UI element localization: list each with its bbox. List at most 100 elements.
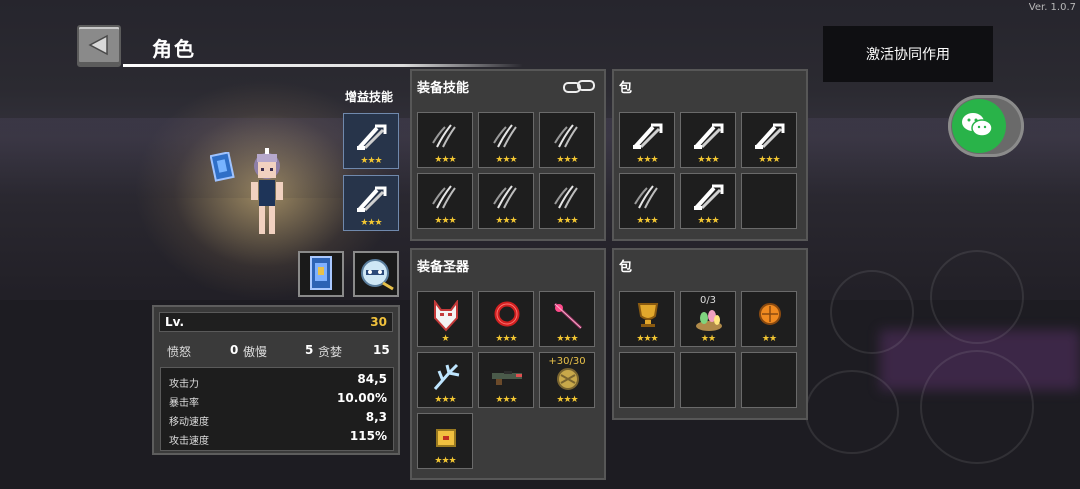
star-rating: ★★★ [636, 334, 658, 344]
equipped-skill-slot[interactable]: ★★★ [417, 112, 473, 168]
star-rating: ★★★ [495, 334, 517, 344]
claw-slash-icon [490, 182, 524, 216]
blue-card-icon [310, 256, 332, 290]
link-chain-icon[interactable] [562, 78, 598, 96]
star-rating: ★★★ [636, 216, 658, 226]
snowball-pet-icon [361, 259, 394, 291]
ice-antler-icon [429, 361, 463, 397]
level-row: Lv. 30 [159, 312, 393, 332]
sword-slash-icon [753, 121, 787, 155]
equipped-relic-slot[interactable]: ★★★ [417, 413, 473, 469]
star-rating: ★★★ [434, 456, 456, 466]
sword-slash-icon [692, 121, 726, 155]
level-value: 30 [370, 315, 387, 329]
player-character [251, 148, 283, 234]
page-title: 角色 [152, 37, 196, 61]
relic-bag-slot[interactable]: 0/3 ★★ [680, 291, 736, 347]
equipped-relic-slot[interactable]: ★ [417, 291, 473, 347]
attr-row-crit: 暴击率 10.00% [169, 391, 387, 409]
equipped-skill-slot[interactable]: ★★★ [539, 173, 595, 229]
buff-skill-slot[interactable]: ★★★ [343, 113, 399, 169]
claw-slash-icon [631, 182, 665, 216]
star-rating: ★★★ [556, 216, 578, 226]
equipped-skill-slot[interactable]: ★★★ [478, 173, 534, 229]
red-ring-icon [490, 300, 524, 334]
star-rating: ★★★ [495, 155, 517, 165]
star-rating: ★★★ [556, 155, 578, 165]
relic-bag-slot[interactable] [741, 352, 797, 408]
attr-row-move-speed: 移动速度 8,3 [169, 410, 387, 428]
equipped-relic-slot[interactable]: ★★★ [478, 291, 534, 347]
claw-slash-icon [429, 121, 463, 155]
back-arrow-icon [88, 34, 108, 56]
title-underline [123, 64, 523, 67]
gem-nest-icon [692, 304, 726, 338]
sin-label-wrath: 愤怒 [167, 345, 192, 359]
star-rating: ★★★ [434, 216, 456, 226]
claw-slash-icon [551, 121, 585, 155]
star-rating: ★★★ [495, 395, 517, 405]
attributes-box: 攻击力 84,5 暴击率 10.00% 移动速度 8,3 攻击速度 115% [160, 367, 394, 451]
skill-bag-slot[interactable]: ★★★ [680, 173, 736, 229]
floating-card-icon [210, 152, 235, 182]
crimson-staff-icon [551, 300, 585, 336]
rifle-icon [490, 361, 524, 395]
skill-bag-slot[interactable]: ★★★ [741, 112, 797, 168]
golden-orb-icon [551, 365, 585, 399]
sword-slash-icon [692, 182, 726, 216]
star-rating: ★★★ [434, 155, 456, 165]
relic-bag-slot[interactable] [680, 352, 736, 408]
star-rating: ★★★ [758, 155, 780, 165]
skill-bag-slot[interactable]: ★★★ [619, 112, 675, 168]
claw-slash-icon [551, 182, 585, 216]
equipped-relic-slot[interactable]: ★★★ [539, 291, 595, 347]
skill-bag-slot[interactable]: ★★★ [619, 173, 675, 229]
version-label: Ver. 1.0.7 [1028, 2, 1076, 13]
sin-value-pride: 5 [305, 343, 314, 357]
golden-trophy-icon [631, 300, 665, 334]
equipped-relic-slot[interactable]: ★★★ [417, 352, 473, 408]
star-rating: ★★ [700, 334, 716, 344]
back-button[interactable] [77, 25, 121, 67]
sword-slash-icon [355, 184, 389, 218]
equipped-relic-slot[interactable]: ★★★ [478, 352, 534, 408]
skill-bag-slot[interactable]: ★★★ [680, 112, 736, 168]
sword-slash-icon [355, 122, 389, 156]
star-rating: ★★★ [697, 155, 719, 165]
star-rating: ★★★ [636, 155, 658, 165]
buff-skill-slot[interactable]: ★★★ [343, 175, 399, 231]
skill-bag-slot[interactable] [741, 173, 797, 229]
equipped-skills-title: 装备技能 [417, 81, 470, 96]
sin-label-pride: 傲慢 [243, 345, 268, 359]
relic-bag-slot[interactable]: ★★★ [619, 291, 675, 347]
sword-slash-icon [631, 121, 665, 155]
relic-bag-slot[interactable]: ★★ [741, 291, 797, 347]
sin-value-wrath: 0 [230, 343, 239, 357]
equipped-skill-slot[interactable]: ★★★ [417, 173, 473, 229]
claw-slash-icon [490, 121, 524, 155]
relic-bag-slot[interactable] [619, 352, 675, 408]
chat-button[interactable] [948, 95, 1024, 157]
equipped-skill-slot[interactable]: ★★★ [539, 112, 595, 168]
slot-counter: +30/30 [548, 356, 586, 367]
attr-row-attack-speed: 攻击速度 115% [169, 429, 387, 447]
star-rating: ★★★ [556, 334, 578, 344]
star-rating: ★★★ [495, 216, 517, 226]
skill-bag-title: 包 [619, 81, 633, 96]
character-pet-slot[interactable] [353, 251, 399, 297]
equipped-relic-slot[interactable]: +30/30 ★★★ [539, 352, 595, 408]
equipped-skill-slot[interactable]: ★★★ [478, 112, 534, 168]
fox-mask-icon [429, 299, 463, 336]
star-rating: ★★★ [360, 218, 382, 228]
buff-skills-label: 增益技能 [345, 90, 394, 104]
sin-value-greed: 15 [373, 343, 390, 357]
character-card-slot[interactable] [298, 251, 344, 297]
attr-row-attack: 攻击力 84,5 [169, 372, 387, 390]
relic-bag-title: 包 [619, 260, 633, 275]
activate-synergy-button[interactable]: 激活协同作用 [823, 26, 993, 82]
star-rating: ★ [441, 334, 449, 344]
stats-panel: Lv. 30 愤怒 0 傲慢 5 贪婪 15 攻击力 84,5 暴击率 10.00%… [152, 305, 400, 455]
orange-orb-icon [753, 300, 787, 334]
slot-counter: 0/3 [699, 295, 717, 306]
treasure-box-icon [429, 422, 463, 456]
